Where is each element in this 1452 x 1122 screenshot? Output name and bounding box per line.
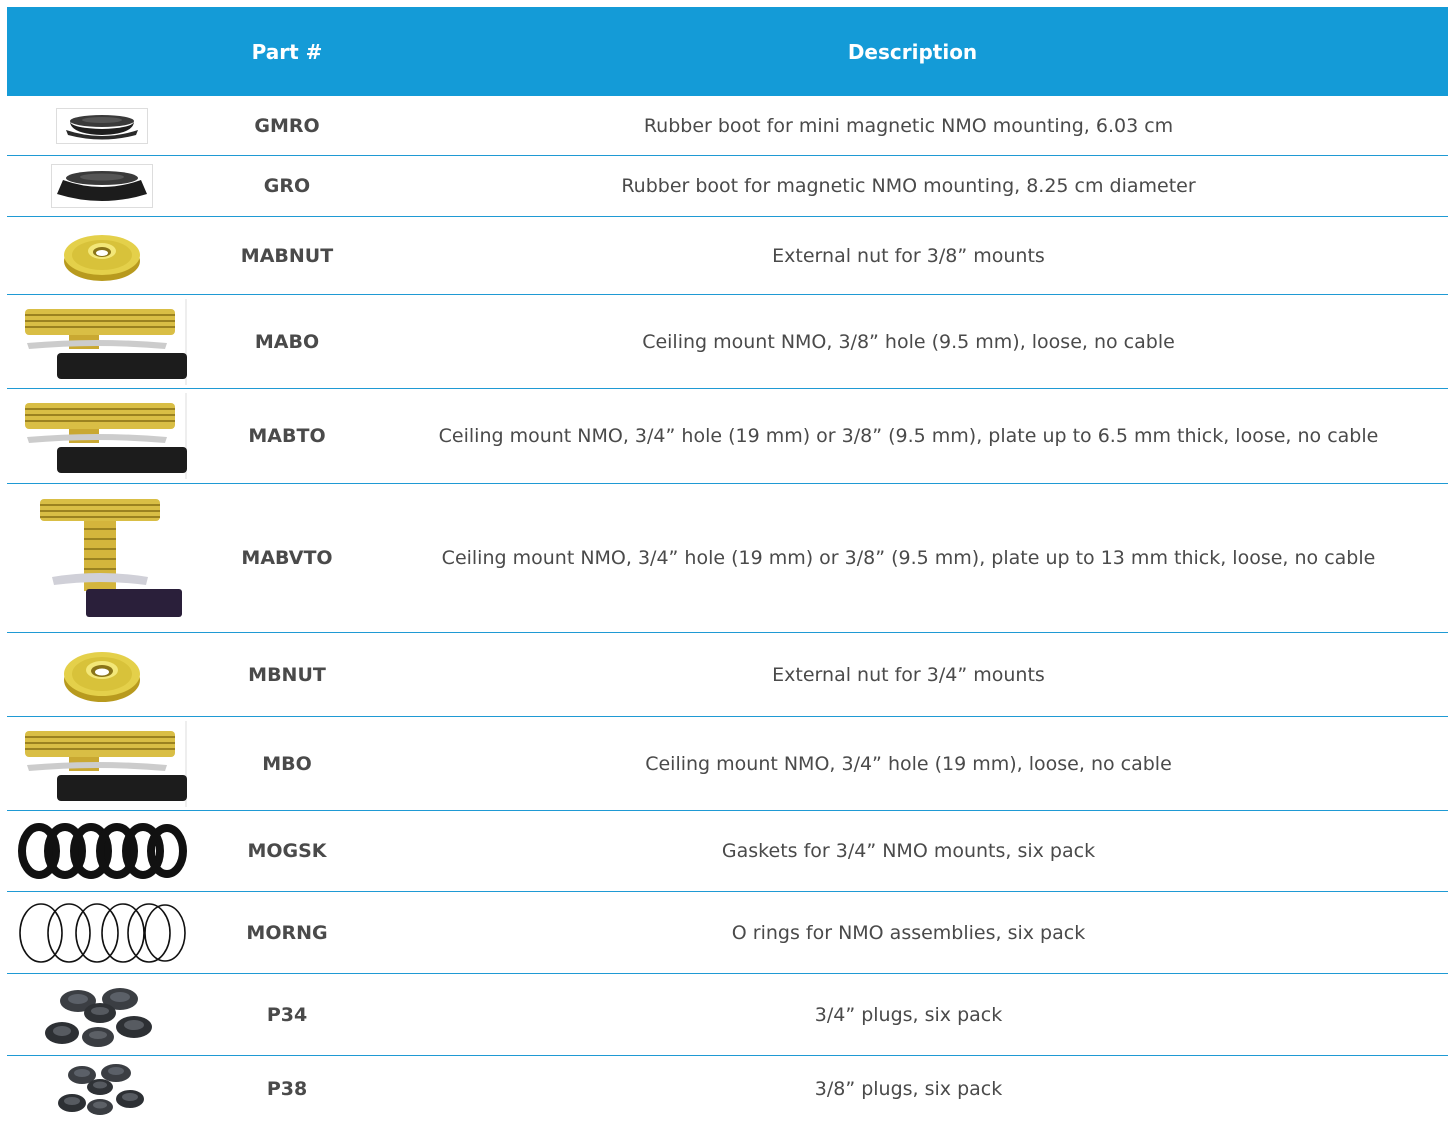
rubber-boot-icon — [7, 96, 197, 155]
table-row: P38 3/8” plugs, six pack — [7, 1056, 1448, 1122]
header-description: Description — [847, 39, 978, 64]
part-description: Rubber boot for magnetic NMO mounting, 8… — [621, 175, 1196, 197]
table-row: GMRO Rubber boot for mini magnetic NMO m… — [7, 96, 1448, 156]
gaskets-icon — [7, 811, 197, 891]
table-header: Part # Description — [7, 7, 1448, 96]
part-description: O rings for NMO assemblies, six pack — [731, 921, 1086, 944]
part-number: GRO — [263, 175, 311, 197]
part-number: MABVTO — [241, 547, 333, 569]
part-number: GMRO — [254, 114, 320, 137]
part-number: P38 — [266, 1078, 308, 1100]
table-row: MORNG O rings for NMO assemblies, six pa… — [7, 892, 1448, 974]
part-description: Gaskets for 3/4” NMO mounts, six pack — [721, 840, 1096, 862]
ceiling-mount-icon — [7, 295, 197, 388]
table-row: GRO Rubber boot for magnetic NMO mountin… — [7, 156, 1448, 217]
part-description: 3/4” plugs, six pack — [814, 1003, 1003, 1026]
part-description: Ceiling mount NMO, 3/8” hole (9.5 mm), l… — [642, 330, 1175, 353]
plugs-icon — [7, 974, 197, 1055]
part-description: Ceiling mount NMO, 3/4” hole (19 mm) or … — [441, 547, 1376, 569]
table-row: MABTO Ceiling mount NMO, 3/4” hole (19 m… — [7, 389, 1448, 484]
part-description: External nut for 3/8” mounts — [772, 244, 1045, 267]
part-number: MBNUT — [248, 663, 326, 686]
table-row: MABVTO Ceiling mount NMO, 3/4” hole (19 … — [7, 484, 1448, 633]
plugs-icon — [7, 1056, 197, 1122]
part-number: MABO — [254, 330, 320, 353]
ceiling-mount-icon — [7, 717, 197, 810]
table-row: MABNUT External nut for 3/8” mounts — [7, 217, 1448, 295]
part-number: MABTO — [248, 425, 326, 447]
header-image-cell — [7, 7, 197, 96]
rubber-boot-icon — [7, 156, 197, 216]
part-description: Ceiling mount NMO, 3/4” hole (19 mm), lo… — [645, 752, 1172, 775]
o-rings-icon — [7, 892, 197, 973]
part-description: External nut for 3/4” mounts — [772, 663, 1045, 686]
table-row: MABO Ceiling mount NMO, 3/8” hole (9.5 m… — [7, 295, 1448, 389]
part-description: Ceiling mount NMO, 3/4” hole (19 mm) or … — [438, 425, 1379, 447]
brass-nut-icon — [7, 633, 197, 716]
parts-table: Part # Description GMRO Rubber boot for … — [7, 7, 1448, 1122]
part-number: MOGSK — [247, 840, 327, 862]
part-number: MBO — [262, 752, 312, 775]
ceiling-mount-icon — [7, 389, 197, 483]
header-part-number: Part # — [251, 39, 323, 64]
table-row: P34 3/4” plugs, six pack — [7, 974, 1448, 1056]
table-row: MBO Ceiling mount NMO, 3/4” hole (19 mm)… — [7, 717, 1448, 811]
brass-nut-icon — [7, 217, 197, 294]
table-row: MBNUT External nut for 3/4” mounts — [7, 633, 1448, 717]
part-number: MABNUT — [240, 244, 334, 267]
part-number: P34 — [266, 1003, 308, 1026]
part-number: MORNG — [246, 921, 328, 944]
part-description: 3/8” plugs, six pack — [814, 1078, 1003, 1100]
tall-ceiling-mount-icon — [7, 484, 197, 632]
part-description: Rubber boot for mini magnetic NMO mounti… — [643, 114, 1174, 137]
table-row: MOGSK Gaskets for 3/4” NMO mounts, six p… — [7, 811, 1448, 892]
